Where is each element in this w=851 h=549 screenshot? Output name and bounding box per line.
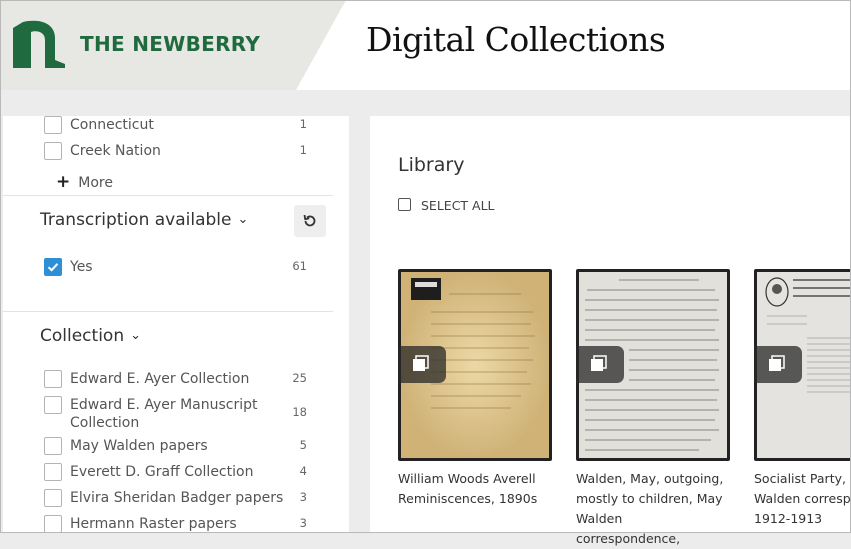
result-title[interactable]: Walden, May, outgoing, mostly to childre… [576,469,726,549]
multi-page-icon [769,355,785,371]
facet-checkbox[interactable] [44,370,62,388]
facet-item-count: 61 [292,259,307,273]
facet-item-count: 1 [299,143,307,157]
facet-item-collection[interactable]: May Walden papers 5 [3,437,349,461]
more-link[interactable]: + More [56,172,113,192]
page-title[interactable]: Digital Collections [366,20,666,59]
plus-icon: + [56,172,71,192]
facet-item-count: 3 [299,516,307,530]
facet-checkbox-checked[interactable] [44,258,62,276]
facet-item-label: Yes [70,259,93,275]
facet-item-label: Everett D. Graff Collection [70,464,254,480]
facet-item-count: 1 [299,117,307,131]
facet-divider [3,195,333,196]
facet-heading-transcription[interactable]: Transcription available ⌄ [40,210,248,230]
facet-item-yes[interactable]: Yes 61 [3,258,349,282]
facet-item-label: Hermann Raster papers [70,516,237,532]
checkmark-icon [47,263,59,272]
facet-item-collection[interactable]: Hermann Raster papers 3 [3,515,349,533]
facet-item-connecticut[interactable]: Connecticut 1 [3,116,349,140]
facet-sidebar: Connecticut 1 Creek Nation 1 + More Trans… [3,116,349,533]
chevron-down-icon: ⌄ [237,212,249,227]
facet-item-count: 4 [299,464,307,478]
multi-page-icon [413,355,429,371]
facet-checkbox[interactable] [44,142,62,160]
facet-heading-label: Transcription available [40,210,232,230]
facet-item-collection[interactable]: Everett D. Graff Collection 4 [3,463,349,487]
select-all-label: SELECT ALL [421,198,495,213]
multi-page-badge [576,346,624,383]
facet-checkbox[interactable] [44,489,62,507]
facet-item-collection[interactable]: Edward E. Ayer Collection 25 [3,370,349,394]
newberry-logo-icon [13,20,65,68]
result-card[interactable]: Walden, May, outgoing, mostly to childre… [576,269,732,549]
site-header: THE NEWBERRY Digital Collections [0,0,851,90]
result-title[interactable]: Socialist Party, N Walden correspo 1912-… [754,469,851,529]
results-panel: Library SELECT ALL William Woods Averell… [370,116,851,546]
more-label: More [78,175,113,191]
facet-item-count: 5 [299,438,307,452]
facet-checkbox[interactable] [44,396,62,414]
facet-checkbox[interactable] [44,515,62,533]
brand-area[interactable]: THE NEWBERRY [0,0,346,90]
reset-button[interactable] [294,205,326,237]
result-card[interactable]: Socialist Party, N Walden correspo 1912-… [754,269,851,529]
facet-item-collection[interactable]: Edward E. Ayer Manuscript Collection 18 [3,396,349,436]
facet-checkbox[interactable] [44,116,62,134]
results-title: Library [398,154,465,176]
facet-item-label: May Walden papers [70,438,208,454]
select-all-checkbox[interactable]: SELECT ALL [398,198,495,213]
brand-name: THE NEWBERRY [80,32,261,56]
facet-item-count: 3 [299,490,307,504]
result-title[interactable]: William Woods Averell Reminiscences, 189… [398,469,548,509]
facet-checkbox[interactable] [44,463,62,481]
facet-checkbox[interactable] [44,437,62,455]
facet-heading-label: Collection [40,326,125,346]
facet-item-creek-nation[interactable]: Creek Nation 1 [3,142,349,166]
checkbox-icon [398,198,411,211]
facet-item-count: 25 [292,371,307,385]
result-thumbnail[interactable] [754,269,851,461]
facet-item-label: Elvira Sheridan Badger papers [70,490,284,506]
facet-item-collection[interactable]: Elvira Sheridan Badger papers 3 [3,489,349,513]
result-thumbnail[interactable] [398,269,552,461]
multi-page-badge [754,346,802,383]
facet-item-label: Edward E. Ayer Manuscript Collection [70,397,258,431]
multi-page-icon [591,355,607,371]
result-card[interactable]: William Woods Averell Reminiscences, 189… [398,269,554,509]
facet-item-label: Creek Nation [70,143,161,159]
facet-divider [3,311,333,312]
result-thumbnail[interactable] [576,269,730,461]
facet-item-label: Connecticut [70,117,154,133]
chevron-down-icon: ⌄ [130,328,141,343]
facet-item-label: Edward E. Ayer Collection [70,371,250,387]
multi-page-badge [398,346,446,383]
facet-heading-collection[interactable]: Collection ⌄ [40,326,141,346]
reset-icon [303,214,316,227]
facet-item-count: 18 [292,405,307,419]
